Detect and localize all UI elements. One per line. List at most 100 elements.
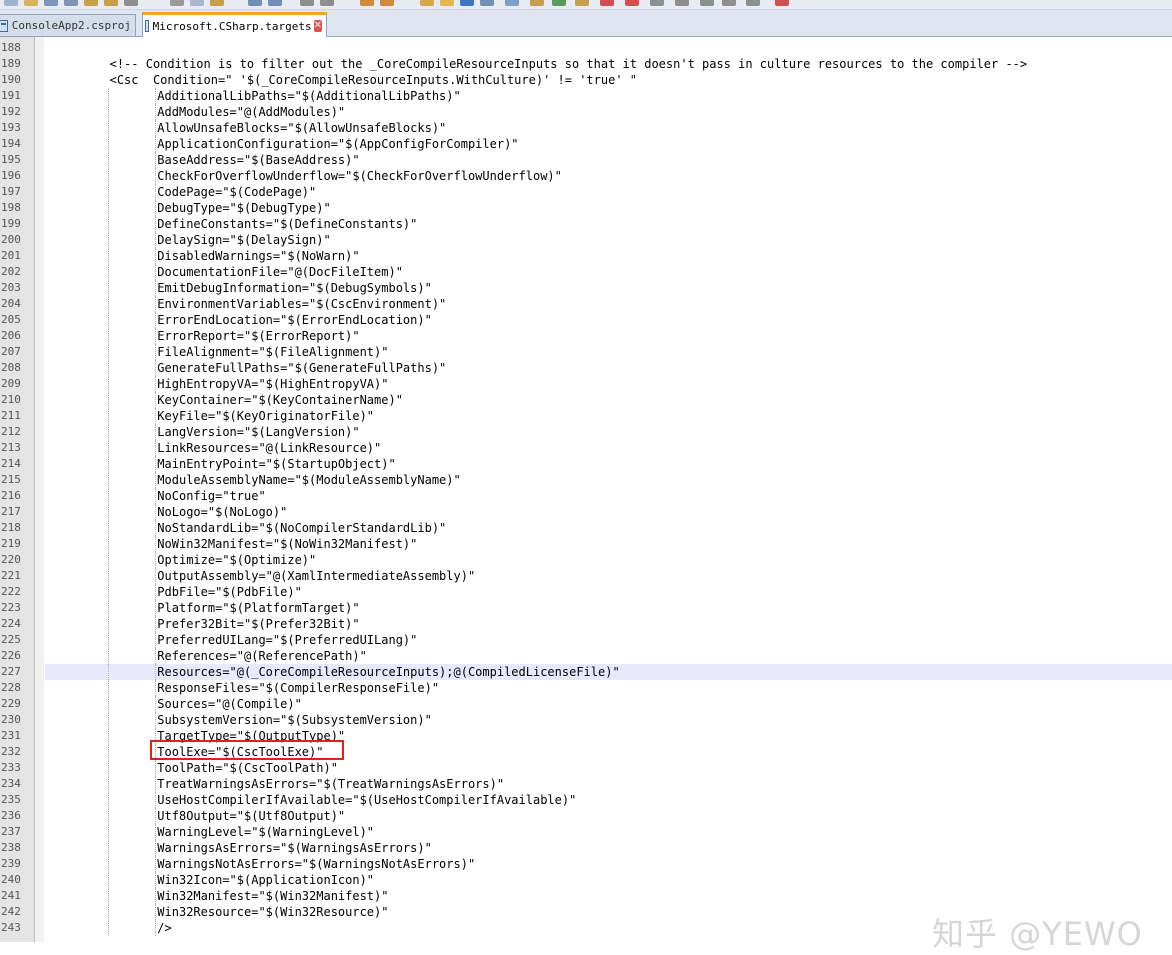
code-line[interactable]: 191 AdditionalLibPaths="$(AdditionalLibPa… (1, 88, 1172, 104)
code-line[interactable]: 226 References="@(ReferencePath)" (1, 648, 1172, 664)
record-macro-icon[interactable] (625, 0, 639, 6)
undo-icon[interactable] (248, 0, 262, 6)
line-number: 233 (1, 761, 21, 774)
code-area[interactable]: 188 189 <!-- Condition is to filter out th… (1, 37, 1172, 942)
sync-scroll-icon[interactable] (420, 0, 434, 6)
spellcheck-icon[interactable] (746, 0, 760, 6)
code-line[interactable]: 202 DocumentationFile="@(DocFileItem)" (1, 264, 1172, 280)
paste-icon[interactable] (210, 0, 224, 6)
replace-icon[interactable] (320, 0, 334, 6)
code-line[interactable]: 236 Utf8Output="$(Utf8Output)" (1, 808, 1172, 824)
code-line[interactable]: 237 WarningLevel="$(WarningLevel)" (1, 824, 1172, 840)
code-line[interactable]: 195 BaseAddress="$(BaseAddress)" (1, 152, 1172, 168)
code-line[interactable]: 223 Platform="$(PlatformTarget)" (1, 600, 1172, 616)
code-line[interactable]: 209 HighEntropyVA="$(HighEntropyVA)" (1, 376, 1172, 392)
code-line[interactable]: 228 ResponseFiles="$(CompilerResponseFile… (1, 680, 1172, 696)
code-line[interactable]: 240 Win32Icon="$(ApplicationIcon)" (1, 872, 1172, 888)
close-all-icon[interactable] (104, 0, 118, 6)
code-line[interactable]: 206 ErrorReport="$(ErrorReport)" (1, 328, 1172, 344)
copy-icon[interactable] (190, 0, 204, 6)
line-number: 193 (1, 121, 21, 134)
code-line[interactable]: 224 Prefer32Bit="$(Prefer32Bit)" (1, 616, 1172, 632)
code-line[interactable]: 208 GenerateFullPaths="$(GenerateFullPath… (1, 360, 1172, 376)
code-line[interactable]: 188 (1, 40, 1172, 56)
code-line[interactable]: 216 NoConfig="true" (1, 488, 1172, 504)
code-line[interactable]: 193 AllowUnsafeBlocks="$(AllowUnsafeBlock… (1, 120, 1172, 136)
fold-margin[interactable] (35, 37, 44, 942)
code-line[interactable]: 213 LinkResources="@(LinkResource)" (1, 440, 1172, 456)
code-line[interactable]: 238 WarningsAsErrors="$(WarningsAsErrors)… (1, 840, 1172, 856)
stop-macro-icon[interactable] (650, 0, 664, 6)
print-icon[interactable] (124, 0, 138, 6)
code-line[interactable]: 225 PreferredUILang="$(PreferredUILang)" (1, 632, 1172, 648)
close-tab-icon[interactable]: ✕ (313, 20, 322, 32)
zoom-in-icon[interactable] (360, 0, 374, 6)
save-all-icon[interactable] (64, 0, 78, 6)
indent-guide (107, 552, 109, 568)
code-line[interactable]: 229 Sources="@(Compile)" (1, 696, 1172, 712)
code-line[interactable]: 241 Win32Manifest="$(Win32Manifest)" (1, 888, 1172, 904)
redo-icon[interactable] (268, 0, 282, 6)
zoom-out-icon[interactable] (380, 0, 394, 6)
code-line[interactable]: 221 OutputAssembly="@(XamlIntermediateAss… (1, 568, 1172, 584)
code-line[interactable]: 203 EmitDebugInformation="$(DebugSymbols)… (1, 280, 1172, 296)
play-macro-icon[interactable] (675, 0, 689, 6)
code-line[interactable]: 230 SubsystemVersion="$(SubsystemVersion)… (1, 712, 1172, 728)
doc-map-icon[interactable] (530, 0, 544, 6)
open-file-icon[interactable] (24, 0, 38, 6)
code-line[interactable]: 210 KeyContainer="$(KeyContainerName)" (1, 392, 1172, 408)
indent-guide (107, 520, 109, 536)
code-line[interactable]: 217 NoLogo="$(NoLogo)" (1, 504, 1172, 520)
show-all-chars-icon[interactable] (460, 0, 474, 6)
abc-icon[interactable] (775, 0, 789, 6)
code-line[interactable]: 198 DebugType="$(DebugType)" (1, 200, 1172, 216)
code-line[interactable]: 218 NoStandardLib="$(NoCompilerStandardLi… (1, 520, 1172, 536)
code-line[interactable]: 235 UseHostCompilerIfAvailable="$(UseHost… (1, 792, 1172, 808)
code-line[interactable]: 211 KeyFile="$(KeyOriginatorFile)" (1, 408, 1172, 424)
code-line[interactable]: 222 PdbFile="$(PdbFile)" (1, 584, 1172, 600)
word-wrap-icon[interactable] (440, 0, 454, 6)
code-line[interactable]: 190 <Csc Condition=" '$(_CoreCompileResou… (1, 72, 1172, 88)
code-line[interactable]: 233 ToolPath="$(CscToolPath)" (1, 760, 1172, 776)
new-file-icon[interactable] (4, 0, 18, 6)
run-macro-multiple-icon[interactable] (700, 0, 714, 6)
save-icon[interactable] (44, 0, 58, 6)
lang-udl-icon[interactable] (505, 0, 519, 6)
folder-workspace-icon[interactable] (575, 0, 589, 6)
code-line[interactable]: 196 CheckForOverflowUnderflow="$(CheckFor… (1, 168, 1172, 184)
tab-consoleapp2-csproj[interactable]: ConsoleApp2.csproj (0, 14, 136, 36)
code-line[interactable]: 207 FileAlignment="$(FileAlignment)" (1, 344, 1172, 360)
indent-guide-icon[interactable] (480, 0, 494, 6)
code-line[interactable]: 219 NoWin32Manifest="$(NoWin32Manifest)" (1, 536, 1172, 552)
function-list-icon[interactable] (552, 0, 566, 6)
code-line[interactable]: 204 EnvironmentVariables="$(CscEnvironmen… (1, 296, 1172, 312)
indent-guide (155, 888, 157, 904)
monitoring-icon[interactable] (600, 0, 614, 6)
cut-icon[interactable] (170, 0, 184, 6)
indent-guide (107, 744, 109, 760)
code-line[interactable]: 215 ModuleAssemblyName="$(ModuleAssemblyN… (1, 472, 1172, 488)
code-line[interactable]: 227 Resources="@(_CoreCompileResourceInpu… (1, 664, 1172, 680)
code-line[interactable]: 192 AddModules="@(AddModules)" (1, 104, 1172, 120)
close-file-icon[interactable] (84, 0, 98, 6)
save-macro-icon[interactable] (722, 0, 736, 6)
find-icon[interactable] (300, 0, 314, 6)
code-line[interactable]: 200 DelaySign="$(DelaySign)" (1, 232, 1172, 248)
line-number: 208 (1, 361, 21, 374)
code-line[interactable]: 194 ApplicationConfiguration="$(AppConfig… (1, 136, 1172, 152)
indent-guide (155, 328, 157, 344)
code-line[interactable]: 239 WarningsNotAsErrors="$(WarningsNotAsE… (1, 856, 1172, 872)
code-line[interactable]: 234 TreatWarningsAsErrors="$(TreatWarning… (1, 776, 1172, 792)
watermark: 知乎 @YEWO (932, 915, 1143, 953)
indent-guide (155, 904, 157, 920)
tab-microsoft-csharp-targets[interactable]: Microsoft.CSharp.targets ✕ (142, 12, 327, 37)
code-line[interactable]: 197 CodePage="$(CodePage)" (1, 184, 1172, 200)
code-line[interactable]: 199 DefineConstants="$(DefineConstants)" (1, 216, 1172, 232)
code-line[interactable]: 220 Optimize="$(Optimize)" (1, 552, 1172, 568)
code-line[interactable]: 201 DisabledWarnings="$(NoWarn)" (1, 248, 1172, 264)
editor[interactable]: 188 189 <!-- Condition is to filter out th… (0, 37, 1172, 953)
code-line[interactable]: 189 <!-- Condition is to filter out the _… (1, 56, 1172, 72)
code-line[interactable]: 212 LangVersion="$(LangVersion)" (1, 424, 1172, 440)
code-line[interactable]: 214 MainEntryPoint="$(StartupObject)" (1, 456, 1172, 472)
code-line[interactable]: 205 ErrorEndLocation="$(ErrorEndLocation)… (1, 312, 1172, 328)
